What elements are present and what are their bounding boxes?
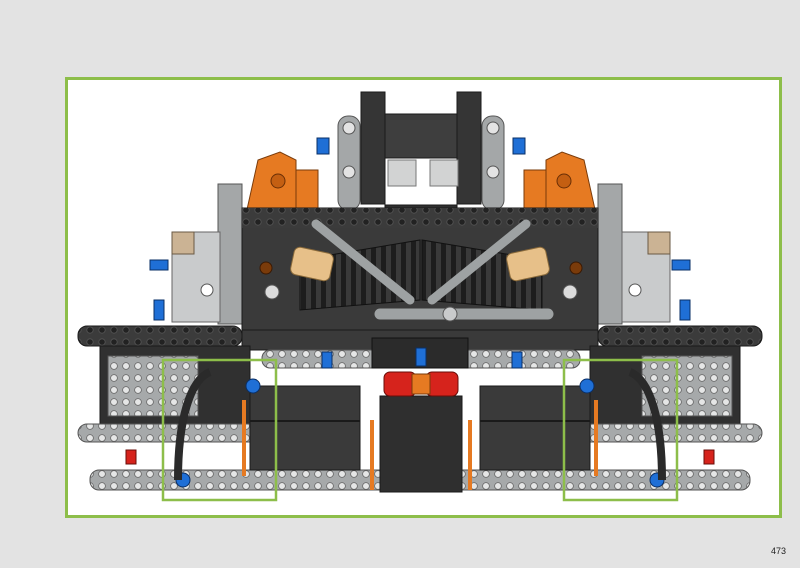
upper-perforated-beam xyxy=(242,208,598,228)
page-number: 473 xyxy=(770,546,786,556)
lego-technic-model-illustration xyxy=(77,91,763,502)
